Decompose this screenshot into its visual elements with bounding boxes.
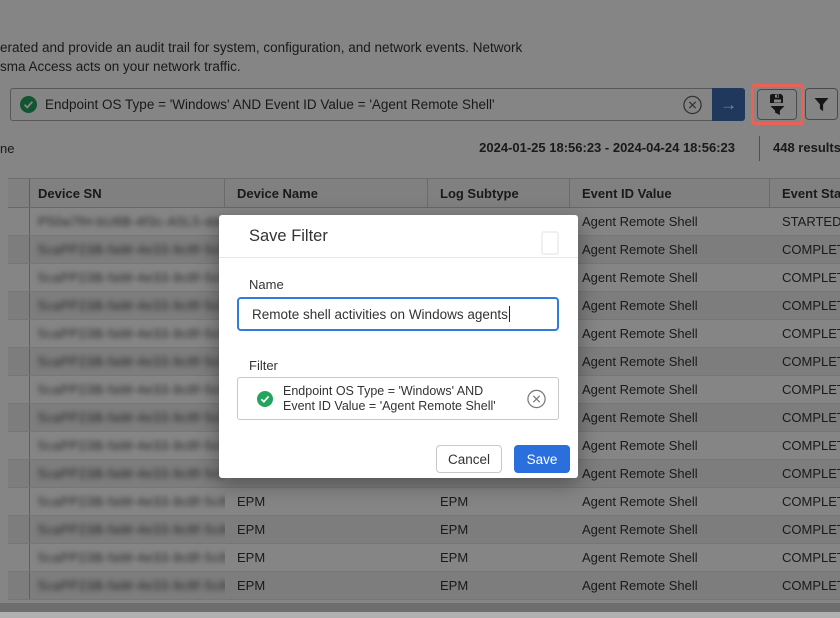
save-filter-modal: Save Filter Name Remote shell activities… [219, 215, 578, 478]
filter-valid-check-icon [257, 391, 273, 407]
cancel-button[interactable]: Cancel [436, 445, 502, 473]
save-button[interactable]: Save [514, 445, 570, 473]
name-input[interactable]: Remote shell activities on Windows agent… [237, 297, 559, 331]
modal-ghost-mark [541, 231, 559, 255]
screen: erated and provide an audit trail for sy… [0, 0, 840, 618]
name-label: Name [249, 277, 284, 292]
window-bottom-edge [0, 612, 840, 618]
filter-label: Filter [249, 358, 278, 373]
modal-filter-chip: Endpoint OS Type = 'Windows' AND Event I… [237, 377, 559, 420]
modal-filter-line2: Event ID Value = 'Agent Remote Shell' [283, 399, 496, 414]
save-filter-highlight-box [751, 84, 804, 125]
remove-filter-icon[interactable] [527, 389, 546, 408]
modal-filter-line1: Endpoint OS Type = 'Windows' AND [283, 384, 496, 399]
modal-filter-text: Endpoint OS Type = 'Windows' AND Event I… [283, 384, 496, 413]
text-caret [509, 306, 510, 322]
modal-title: Save Filter [249, 227, 328, 246]
name-input-value: Remote shell activities on Windows agent… [252, 307, 508, 322]
modal-header: Save Filter [219, 215, 578, 258]
